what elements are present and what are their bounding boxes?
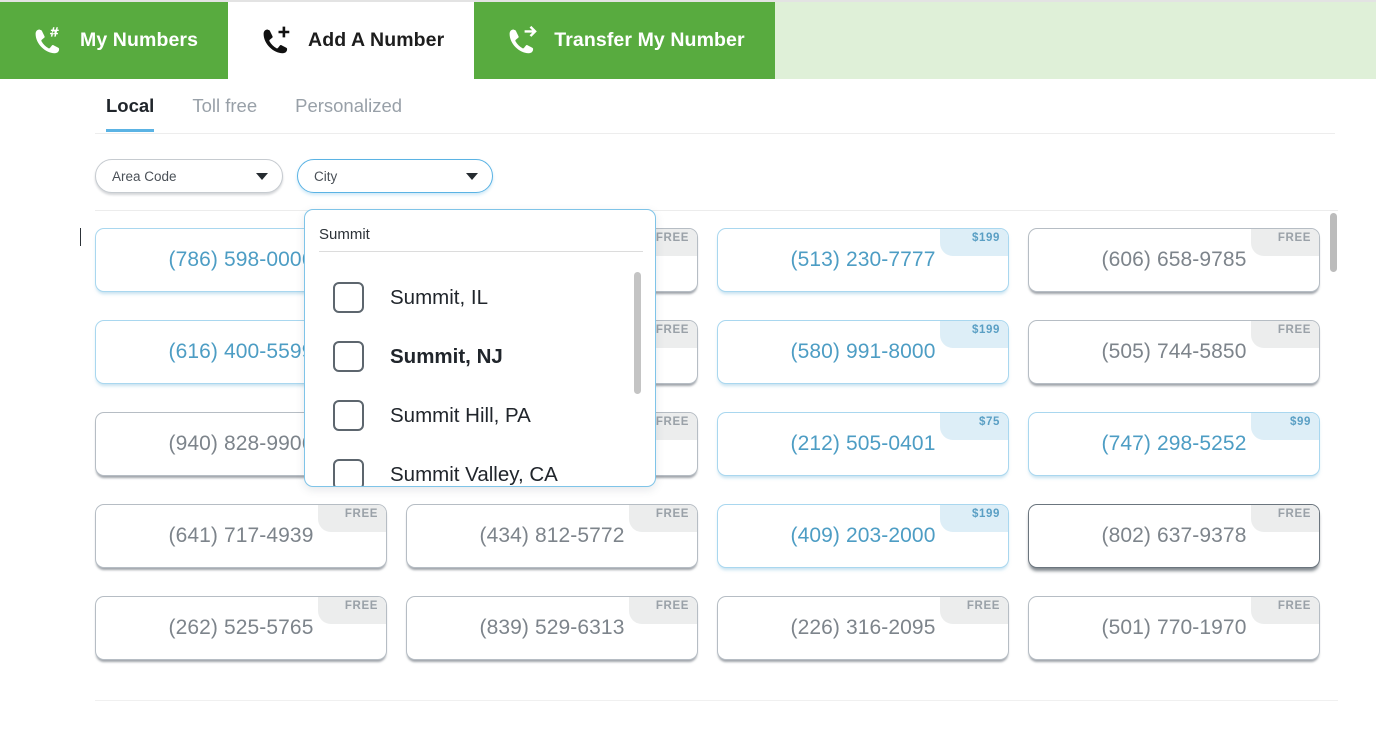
nav-tab-transfer-my-number[interactable]: Transfer My Number [474, 2, 775, 79]
phone-plus-icon [263, 26, 290, 53]
phone-number-text: (501) 770-1970 [1101, 616, 1247, 639]
city-option-row[interactable]: Summit Hill, PA [305, 386, 655, 445]
phone-number-card[interactable]: $99 (747) 298-5252 [1028, 412, 1320, 476]
phone-number-card[interactable]: $199 (513) 230-7777 [717, 228, 1009, 292]
phone-number-card[interactable]: FREE (226) 316-2095 [717, 596, 1009, 660]
nav-tab-label: Add A Number [308, 29, 445, 51]
phone-number-text: (839) 529-6313 [479, 616, 625, 639]
checkbox-icon[interactable] [333, 459, 364, 486]
number-type-tabs: Local Toll free Personalized [0, 95, 1376, 135]
top-navigation-bar: My Numbers Add A Number Transfer My Numb… [0, 0, 1376, 79]
chevron-down-icon [466, 172, 478, 180]
phone-number-text: (212) 505-0401 [790, 432, 936, 455]
price-badge: $199 [940, 321, 1008, 348]
city-dropdown-trigger[interactable]: City [297, 159, 493, 193]
city-option-label: Summit Hill, PA [390, 403, 531, 427]
nav-tab-add-a-number[interactable]: Add A Number [228, 2, 475, 79]
chevron-down-icon [256, 172, 268, 180]
price-badge: FREE [1251, 321, 1319, 348]
city-search-input[interactable] [319, 226, 643, 243]
tab-toll-free[interactable]: Toll free [192, 95, 257, 132]
city-list-scrollbar-thumb[interactable] [634, 272, 641, 394]
phone-number-card[interactable]: FREE (262) 525-5765 [95, 596, 387, 660]
tabs-divider [95, 133, 1335, 134]
tab-local[interactable]: Local [106, 95, 155, 132]
nav-tab-label: My Numbers [80, 29, 199, 51]
phone-number-text: (409) 203-2000 [790, 524, 936, 547]
price-badge: FREE [940, 597, 1008, 624]
phone-number-card[interactable]: FREE (839) 529-6313 [406, 596, 698, 660]
city-option-label: Summit, NJ [390, 344, 503, 368]
checkbox-icon[interactable] [333, 341, 364, 372]
price-badge: FREE [629, 597, 697, 624]
phone-number-card[interactable]: $75 (212) 505-0401 [717, 412, 1009, 476]
phone-number-text: (747) 298-5252 [1101, 432, 1247, 455]
area-code-dropdown-label: Area Code [112, 168, 177, 184]
price-badge: FREE [1251, 505, 1319, 532]
phone-number-text: (434) 812-5772 [479, 524, 625, 547]
filter-bar: Area Code City [95, 159, 493, 193]
phone-number-text: (802) 637-9378 [1101, 524, 1247, 547]
price-badge: FREE [318, 505, 386, 532]
city-dropdown-panel: Summit, IL Summit, NJ Summit Hill, PA Summi… [304, 209, 656, 487]
city-option-row[interactable]: Summit, IL [305, 268, 655, 327]
phone-number-text: (262) 525-5765 [168, 616, 314, 639]
phone-number-card[interactable]: FREE (606) 658-9785 [1028, 228, 1320, 292]
checkbox-icon[interactable] [333, 400, 364, 431]
phone-number-text: (641) 717-4939 [168, 524, 314, 547]
city-option-row[interactable]: Summit, NJ [305, 327, 655, 386]
price-badge: $99 [1251, 413, 1319, 440]
phone-number-text: (505) 744-5850 [1101, 340, 1247, 363]
phone-arrow-icon [509, 25, 538, 53]
city-dropdown-label: City [314, 168, 338, 184]
price-badge: FREE [1251, 597, 1319, 624]
phone-number-grid: $199(786) 598-0006FREE(862) 354-1101$199… [95, 228, 1320, 660]
price-badge: FREE [1251, 229, 1319, 256]
phone-number-card[interactable]: FREE (434) 812-5772 [406, 504, 698, 568]
phone-number-text: (616) 400-5599 [168, 340, 314, 363]
tab-personalized[interactable]: Personalized [295, 95, 402, 132]
city-option-label: Summit Valley, CA [390, 462, 558, 486]
grid-scrollbar-thumb[interactable] [1330, 213, 1337, 272]
price-badge: $199 [940, 505, 1008, 532]
city-option-row[interactable]: Summit Valley, CA [305, 445, 655, 486]
phone-number-card[interactable]: $199 (580) 991-8000 [717, 320, 1009, 384]
phone-hash-icon [35, 26, 60, 53]
text-cursor [80, 228, 82, 246]
phone-number-text: (940) 828-9906 [168, 432, 314, 455]
phone-number-text: (226) 316-2095 [790, 616, 936, 639]
price-badge: $199 [940, 229, 1008, 256]
phone-number-text: (580) 991-8000 [790, 340, 936, 363]
price-badge: FREE [318, 597, 386, 624]
phone-number-card[interactable]: FREE (505) 744-5850 [1028, 320, 1320, 384]
phone-number-card[interactable]: FREE (641) 717-4939 [95, 504, 387, 568]
city-option-list[interactable]: Summit, IL Summit, NJ Summit Hill, PA Summi… [305, 268, 655, 486]
phone-number-card[interactable]: FREE (802) 637-9378 [1028, 504, 1320, 568]
phone-number-text: (513) 230-7777 [790, 248, 936, 271]
grid-top-divider [95, 210, 1338, 211]
area-code-dropdown[interactable]: Area Code [95, 159, 283, 193]
price-badge: $75 [940, 413, 1008, 440]
city-search-wrapper [319, 226, 643, 252]
grid-scrollbar-track[interactable] [1330, 212, 1337, 700]
grid-bottom-divider [95, 700, 1338, 701]
nav-tab-label: Transfer My Number [554, 29, 745, 51]
nav-tab-my-numbers[interactable]: My Numbers [0, 2, 229, 79]
phone-number-text: (786) 598-0006 [168, 248, 314, 271]
checkbox-icon[interactable] [333, 282, 364, 313]
city-option-label: Summit, IL [390, 285, 488, 309]
phone-number-text: (606) 658-9785 [1101, 248, 1247, 271]
phone-number-card[interactable]: FREE (501) 770-1970 [1028, 596, 1320, 660]
price-badge: FREE [629, 505, 697, 532]
phone-number-card[interactable]: $199 (409) 203-2000 [717, 504, 1009, 568]
